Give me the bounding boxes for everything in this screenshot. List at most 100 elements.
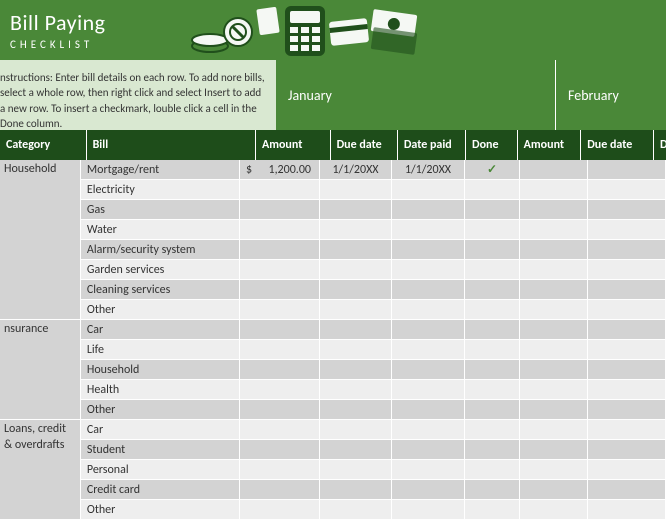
amount2-cell[interactable] (520, 280, 588, 300)
amount2-cell[interactable] (520, 300, 588, 320)
due-cell[interactable] (320, 440, 392, 460)
bill-cell[interactable]: Student (81, 440, 240, 460)
due2-cell[interactable] (588, 260, 666, 280)
done-cell[interactable] (465, 400, 520, 420)
paid-cell[interactable] (392, 260, 465, 280)
due2-cell[interactable] (588, 320, 666, 340)
done-cell[interactable] (465, 460, 520, 480)
amount-cell[interactable] (240, 380, 320, 400)
due2-cell[interactable] (588, 480, 666, 500)
done-cell[interactable] (465, 440, 520, 460)
done-cell[interactable] (465, 420, 520, 440)
due-cell[interactable] (320, 380, 392, 400)
amount2-cell[interactable] (520, 420, 588, 440)
amount2-cell[interactable] (520, 460, 588, 480)
bill-cell[interactable]: Water (81, 220, 240, 240)
due-cell[interactable] (320, 220, 392, 240)
due2-cell[interactable] (588, 440, 666, 460)
due-cell[interactable] (320, 420, 392, 440)
amount-cell[interactable] (240, 220, 320, 240)
due-cell[interactable] (320, 340, 392, 360)
bill-cell[interactable]: Car (81, 320, 240, 340)
amount2-cell[interactable] (520, 160, 588, 180)
bill-cell[interactable]: Mortgage/rent (81, 160, 240, 180)
amount-cell[interactable] (240, 400, 320, 420)
amount-cell[interactable] (240, 280, 320, 300)
amount2-cell[interactable] (520, 480, 588, 500)
done-cell[interactable] (465, 360, 520, 380)
paid-cell[interactable] (392, 200, 465, 220)
amount2-cell[interactable] (520, 400, 588, 420)
paid-cell[interactable] (392, 300, 465, 320)
done-cell[interactable] (465, 280, 520, 300)
amount2-cell[interactable] (520, 500, 588, 520)
due2-cell[interactable] (588, 280, 666, 300)
done-cell[interactable] (465, 480, 520, 500)
due2-cell[interactable] (588, 160, 666, 180)
bill-cell[interactable]: Garden services (81, 260, 240, 280)
amount2-cell[interactable] (520, 360, 588, 380)
due2-cell[interactable] (588, 420, 666, 440)
due-cell[interactable] (320, 320, 392, 340)
done-cell[interactable] (465, 300, 520, 320)
bill-cell[interactable]: Personal (81, 460, 240, 480)
due-cell[interactable] (320, 500, 392, 520)
amount-cell[interactable] (240, 440, 320, 460)
paid-cell[interactable] (392, 420, 465, 440)
due2-cell[interactable] (588, 460, 666, 480)
amount2-cell[interactable] (520, 260, 588, 280)
paid-cell[interactable] (392, 380, 465, 400)
amount-cell[interactable] (240, 200, 320, 220)
amount-cell[interactable] (240, 260, 320, 280)
amount-cell[interactable] (240, 360, 320, 380)
bill-cell[interactable]: Gas (81, 200, 240, 220)
paid-cell[interactable] (392, 240, 465, 260)
bill-cell[interactable]: Electricity (81, 180, 240, 200)
bill-cell[interactable]: Health (81, 380, 240, 400)
amount2-cell[interactable] (520, 220, 588, 240)
amount2-cell[interactable] (520, 200, 588, 220)
amount2-cell[interactable] (520, 320, 588, 340)
due2-cell[interactable] (588, 200, 666, 220)
due-cell[interactable] (320, 360, 392, 380)
done-cell[interactable] (465, 340, 520, 360)
amount-cell[interactable]: $1,200.00 (240, 160, 320, 180)
due-cell[interactable]: 1/1/20XX (320, 160, 392, 180)
due-cell[interactable] (320, 480, 392, 500)
bill-cell[interactable]: Cleaning services (81, 280, 240, 300)
due-cell[interactable] (320, 240, 392, 260)
paid-cell[interactable] (392, 220, 465, 240)
paid-cell[interactable] (392, 360, 465, 380)
bill-cell[interactable]: Life (81, 340, 240, 360)
amount-cell[interactable] (240, 500, 320, 520)
bill-cell[interactable]: Credit card (81, 480, 240, 500)
amount2-cell[interactable] (520, 380, 588, 400)
paid-cell[interactable] (392, 320, 465, 340)
bill-cell[interactable]: Household (81, 360, 240, 380)
bill-cell[interactable]: Other (81, 500, 240, 520)
bill-cell[interactable]: Other (81, 300, 240, 320)
done-cell[interactable] (465, 240, 520, 260)
amount-cell[interactable] (240, 340, 320, 360)
due2-cell[interactable] (588, 360, 666, 380)
done-cell[interactable] (465, 320, 520, 340)
bill-cell[interactable]: Other (81, 400, 240, 420)
done-cell[interactable] (465, 260, 520, 280)
amount2-cell[interactable] (520, 180, 588, 200)
bill-cell[interactable]: Alarm/security system (81, 240, 240, 260)
paid-cell[interactable]: 1/1/20XX (392, 160, 465, 180)
paid-cell[interactable] (392, 480, 465, 500)
due-cell[interactable] (320, 200, 392, 220)
due2-cell[interactable] (588, 380, 666, 400)
amount2-cell[interactable] (520, 240, 588, 260)
done-cell[interactable] (465, 380, 520, 400)
due-cell[interactable] (320, 180, 392, 200)
due2-cell[interactable] (588, 240, 666, 260)
paid-cell[interactable] (392, 400, 465, 420)
amount-cell[interactable] (240, 300, 320, 320)
due2-cell[interactable] (588, 340, 666, 360)
paid-cell[interactable] (392, 460, 465, 480)
due2-cell[interactable] (588, 180, 666, 200)
due-cell[interactable] (320, 400, 392, 420)
amount-cell[interactable] (240, 460, 320, 480)
